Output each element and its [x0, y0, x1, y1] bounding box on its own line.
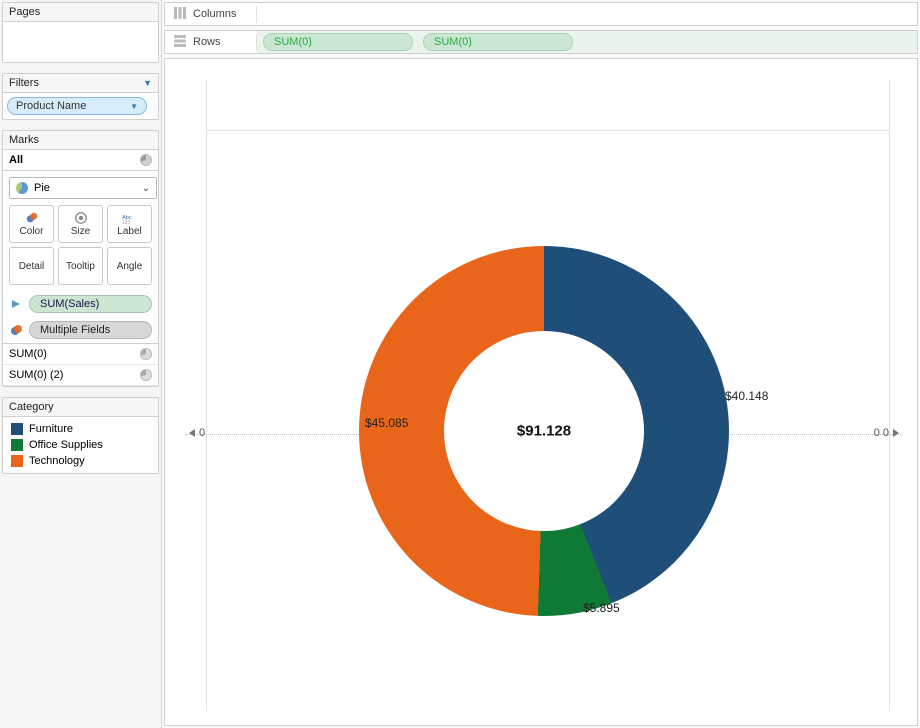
legend-item-furniture[interactable]: Furniture — [7, 421, 154, 437]
rows-pill-1[interactable]: SUM(0) — [423, 33, 573, 51]
columns-shelf-content[interactable] — [257, 3, 917, 25]
mark-type-label: Pie — [34, 182, 50, 194]
triangle-left-icon — [189, 429, 195, 437]
viz-container[interactable]: 0 0 0 $91.128 $40.148 $5.895 $45.085 — [164, 58, 918, 726]
slice-label-furniture: $40.148 — [725, 389, 768, 403]
viz-inner: 0 0 0 $91.128 $40.148 $5.895 $45.085 — [185, 79, 903, 711]
pie-icon — [140, 369, 152, 381]
category-body: Furniture Office Supplies Technology — [3, 417, 158, 473]
pages-panel: Pages — [2, 2, 159, 63]
marks-detail-button[interactable]: Detail — [9, 247, 54, 285]
chevron-down-icon: ⌄ — [142, 183, 150, 194]
grid-border-left — [185, 79, 207, 711]
slice-label-technology: $45.085 — [365, 416, 408, 430]
columns-shelf-label: Columns — [165, 6, 257, 23]
rows-pill-0[interactable]: SUM(0) — [263, 33, 413, 51]
marks-title: Marks — [3, 131, 158, 150]
filters-body[interactable]: Product Name ▼ — [3, 93, 158, 119]
marks-label-pill-row: SUM(Sales) — [3, 291, 158, 317]
marks-color-button[interactable]: Color — [9, 205, 54, 243]
marks-size-label: Size — [71, 226, 90, 237]
size-icon — [73, 211, 89, 225]
columns-icon — [173, 6, 187, 23]
slice-label-office-supplies: $5.895 — [583, 601, 620, 615]
legend-label: Technology — [29, 455, 85, 467]
pages-drop-area[interactable] — [3, 22, 158, 62]
donut-chart-wrap: $91.128 — [359, 246, 729, 616]
legend-label: Office Supplies — [29, 439, 103, 451]
color-icon — [24, 211, 40, 225]
filter-pill-label: Product Name — [16, 100, 86, 112]
filters-title-row: Filters ▼ — [3, 74, 158, 93]
rows-shelf-label: Rows — [165, 34, 257, 51]
columns-shelf[interactable]: Columns — [164, 2, 918, 26]
rows-shelf[interactable]: Rows SUM(0) SUM(0) — [164, 30, 918, 54]
marks-tooltip-button[interactable]: Tooltip — [58, 247, 103, 285]
marks-grid: Color Size Abc123 Label Detail Tooltip — [3, 205, 158, 291]
axis-left-tick: 0 — [189, 427, 205, 439]
grid-border-top — [207, 79, 889, 131]
legend-swatch — [11, 423, 23, 435]
marks-pill-multiple-fields[interactable]: Multiple Fields — [29, 321, 152, 339]
filter-pill-chevron-icon[interactable]: ▼ — [130, 102, 138, 111]
marks-sum-list: SUM(0) SUM(0) (2) — [3, 343, 158, 386]
label-icon: Abc123 — [122, 211, 138, 225]
marks-color-pill-row: Multiple Fields — [3, 317, 158, 343]
legend-item-technology[interactable]: Technology — [7, 453, 154, 469]
grid-border-right — [889, 79, 903, 711]
category-title: Category — [3, 398, 158, 417]
marks-panel: Marks All Pie ⌄ Color — [2, 130, 159, 387]
marks-pill-sum-sales[interactable]: SUM(Sales) — [29, 295, 152, 313]
axis-right-tick: 0 0 — [874, 427, 899, 439]
marks-body: All Pie ⌄ Color — [3, 150, 158, 386]
marks-all-row[interactable]: All — [3, 150, 158, 171]
columns-shelf-text: Columns — [193, 8, 236, 20]
legend-swatch — [11, 455, 23, 467]
marks-detail-label: Detail — [19, 261, 45, 272]
app-root: Pages Filters ▼ Product Name ▼ Marks All — [0, 0, 920, 728]
mark-type-select[interactable]: Pie ⌄ — [9, 177, 157, 199]
marks-sum-label-0: SUM(0) — [9, 348, 47, 360]
pages-title: Pages — [3, 3, 158, 22]
rows-shelf-text: Rows — [193, 36, 221, 48]
marks-sum-label-1: SUM(0) (2) — [9, 369, 63, 381]
pie-icon — [140, 154, 152, 166]
triangle-right-icon — [893, 429, 899, 437]
marks-size-button[interactable]: Size — [58, 205, 103, 243]
marks-all-label: All — [9, 154, 23, 166]
axis-left-value: 0 — [199, 427, 205, 439]
legend-label: Furniture — [29, 423, 73, 435]
marks-angle-label: Angle — [117, 261, 143, 272]
marks-label-label: Label — [117, 226, 141, 237]
donut-center-label: $91.128 — [517, 423, 571, 440]
left-sidebar: Pages Filters ▼ Product Name ▼ Marks All — [0, 0, 162, 728]
category-panel: Category Furniture Office Supplies Techn… — [2, 397, 159, 474]
marks-label-button[interactable]: Abc123 Label — [107, 205, 152, 243]
filters-dropdown-icon[interactable]: ▼ — [143, 78, 152, 88]
filters-title: Filters — [9, 77, 39, 89]
marks-tooltip-label: Tooltip — [66, 261, 95, 272]
marks-sum-row-0[interactable]: SUM(0) — [3, 344, 158, 365]
marks-color-label: Color — [20, 226, 44, 237]
rows-icon — [173, 34, 187, 51]
rows-shelf-content[interactable]: SUM(0) SUM(0) — [257, 31, 917, 53]
filter-pill-product-name[interactable]: Product Name ▼ — [7, 97, 147, 115]
filters-panel: Filters ▼ Product Name ▼ — [2, 73, 159, 120]
pie-icon — [16, 182, 28, 194]
main-area: Columns Rows SUM(0) SUM(0) — [162, 0, 920, 728]
label-lead-icon — [9, 298, 23, 310]
svg-text:123: 123 — [122, 220, 130, 225]
legend-item-office-supplies[interactable]: Office Supplies — [7, 437, 154, 453]
marks-angle-button[interactable]: Angle — [107, 247, 152, 285]
marks-sum-row-1[interactable]: SUM(0) (2) — [3, 365, 158, 386]
pie-icon — [140, 348, 152, 360]
color-lead-icon — [9, 324, 23, 336]
axis-right-value: 0 0 — [874, 427, 889, 439]
legend-swatch — [11, 439, 23, 451]
